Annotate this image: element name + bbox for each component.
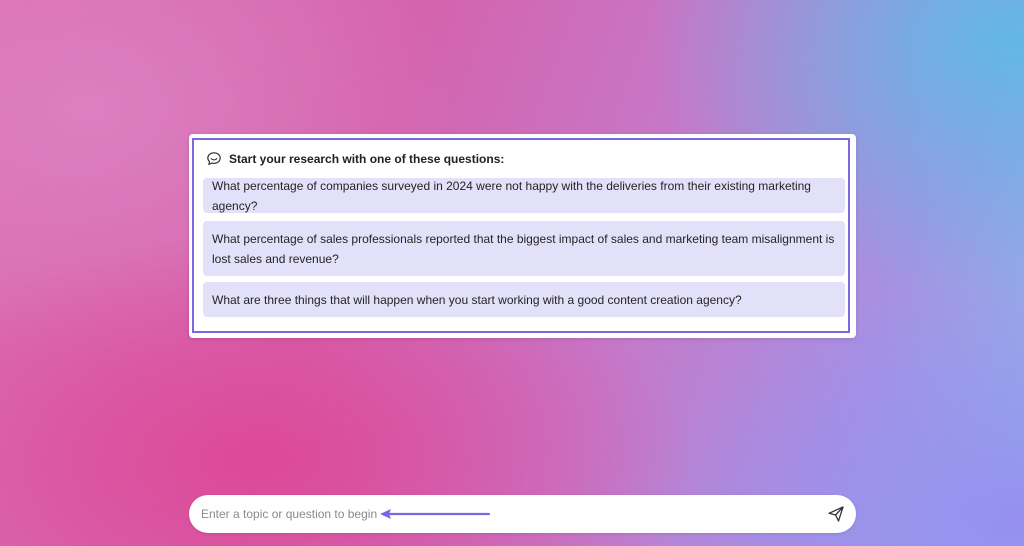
suggested-question-1[interactable]: What percentage of companies surveyed in… xyxy=(203,178,845,213)
chat-bubble-icon xyxy=(207,152,221,166)
annotation-arrow-icon xyxy=(380,509,491,519)
suggested-question-3[interactable]: What are three things that will happen w… xyxy=(203,282,845,317)
suggestions-title: Start your research with one of these qu… xyxy=(229,152,505,166)
suggestions-card: Start your research with one of these qu… xyxy=(189,134,856,338)
suggestions-header: Start your research with one of these qu… xyxy=(206,151,504,167)
suggestions-highlight-frame: Start your research with one of these qu… xyxy=(192,138,850,333)
send-icon[interactable] xyxy=(827,505,845,523)
suggested-question-2[interactable]: What percentage of sales professionals r… xyxy=(203,221,845,276)
topic-input-bar xyxy=(189,495,856,533)
topic-input[interactable] xyxy=(201,495,801,533)
